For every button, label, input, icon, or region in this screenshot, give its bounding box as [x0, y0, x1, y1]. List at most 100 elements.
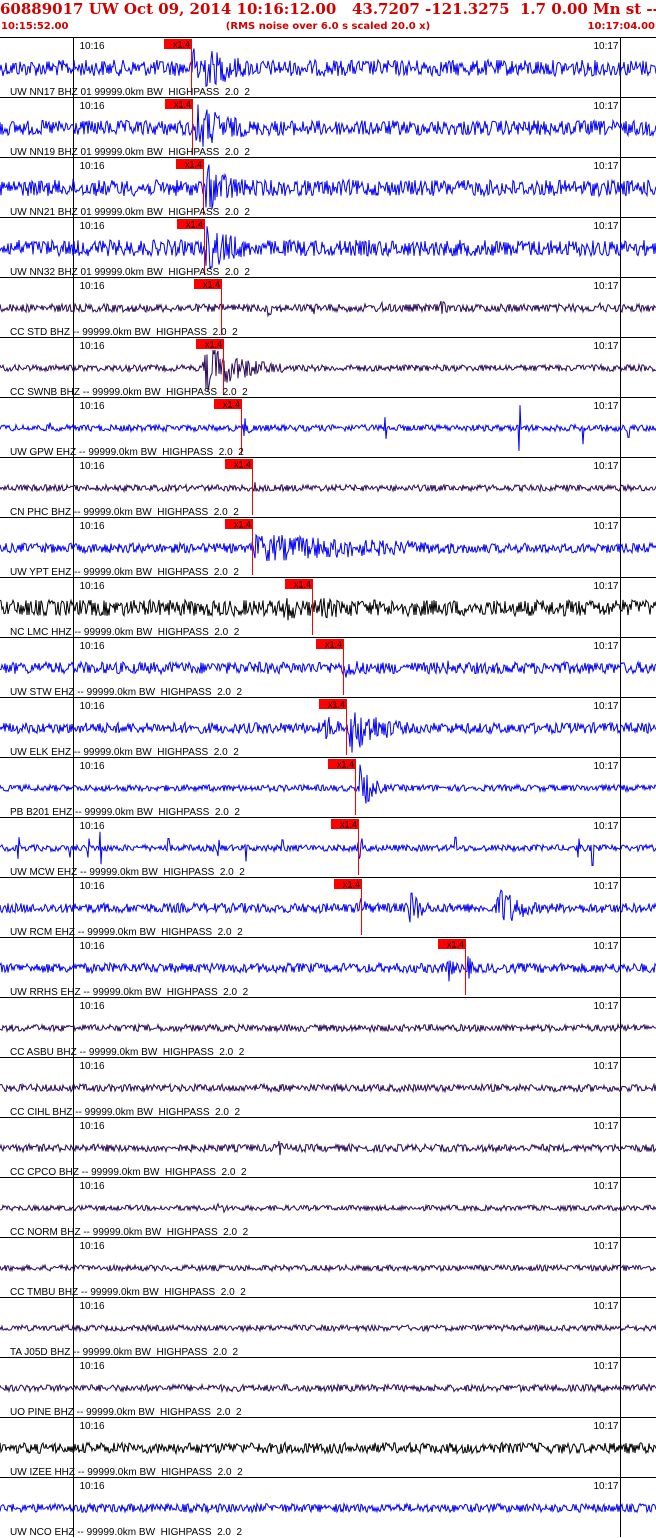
- station-label: UW GPW EHZ -- 99999.0km BW HIGHPASS 2.0 …: [10, 447, 244, 458]
- tick-label: 10:17: [593, 1001, 618, 1012]
- station-label: CC CIHL BHZ -- 99999.0km BW HIGHPASS 2.0…: [10, 1107, 241, 1118]
- pick-marker-label: x1.4: [343, 880, 360, 890]
- station-panel: 10:16 10:17 x1.4 UW NN32 BHZ 01 99999.0km B…: [0, 217, 656, 278]
- pick-marker-label: x1.4: [325, 640, 342, 650]
- tick-label: 10:16: [80, 641, 105, 652]
- tick-label: 10:16: [80, 881, 105, 892]
- station-label: UW NN21 BHZ 01 99999.0km BW HIGHPASS 2.0…: [10, 207, 250, 218]
- pick-marker-label: x1.4: [447, 940, 464, 950]
- station-label: CC STD BHZ -- 99999.0km BW HIGHPASS 2.0 …: [10, 327, 238, 338]
- station-label: UW STW EHZ -- 99999.0km BW HIGHPASS 2.0 …: [10, 687, 243, 698]
- tick-label: 10:16: [80, 341, 105, 352]
- tick-label: 10:16: [80, 281, 105, 292]
- tick-label: 10:16: [80, 1241, 105, 1252]
- tick-label: 10:16: [80, 761, 105, 772]
- station-panel: 10:16 10:17 UW IZEE HHZ -- 99999.0km BW HI…: [0, 1417, 656, 1478]
- pick-marker-label: x1.4: [340, 820, 357, 830]
- pick-marker-label: x1.4: [174, 100, 191, 110]
- station-label: UW MCW EHZ -- 99999.0km BW HIGHPASS 2.0 …: [10, 867, 245, 878]
- tick-label: 10:16: [80, 1361, 105, 1372]
- waveform-trace: [0, 1441, 656, 1456]
- station-panel: 10:16 10:17 x1.4 UW ELK EHZ -- 99999.0km BW…: [0, 697, 656, 758]
- tick-label: 10:17: [593, 101, 618, 112]
- pick-marker-label: x1.4: [234, 460, 251, 470]
- tick-label: 10:17: [593, 1061, 618, 1072]
- tick-label: 10:16: [80, 41, 105, 52]
- station-label: UW RCM EHZ -- 99999.0km BW HIGHPASS 2.0 …: [10, 927, 243, 938]
- station-label: UO PINE BHZ -- 99999.0km BW HIGHPASS 2.0…: [10, 1407, 242, 1418]
- tick-label: 10:16: [80, 161, 105, 172]
- pick-marker-label: x1.4: [205, 340, 222, 350]
- station-panel: 10:16 10:17 UO PINE BHZ -- 99999.0km BW HI…: [0, 1357, 656, 1418]
- tick-label: 10:16: [80, 581, 105, 592]
- tick-label: 10:17: [593, 41, 618, 52]
- pick-marker-label: x1.4: [203, 280, 220, 290]
- waveform-trace: [0, 1263, 656, 1273]
- tick-label: 10:17: [593, 761, 618, 772]
- tick-label: 10:16: [80, 1301, 105, 1312]
- tick-label: 10:17: [593, 1121, 618, 1132]
- station-label: UW NCO EHZ -- 99999.0km BW HIGHPASS 2.0 …: [10, 1527, 243, 1538]
- waveform-trace: [0, 1323, 656, 1333]
- station-panel: 10:16 10:17 CC ASBU BHZ -- 99999.0km BW HI…: [0, 997, 656, 1058]
- station-label: CC SWNB BHZ -- 99999.0km BW HIGHPASS 2.0…: [10, 387, 248, 398]
- station-label: UW RRHS EHZ -- 99999.0km BW HIGHPASS 2.0…: [10, 987, 249, 998]
- waveform-trace: [0, 482, 656, 494]
- tick-label: 10:16: [80, 1421, 105, 1432]
- pick-marker-label: x1.4: [234, 520, 251, 530]
- station-label: CC NORM BHZ -- 99999.0km BW HIGHPASS 2.0…: [10, 1227, 249, 1238]
- station-panel: 10:16 10:17 x1.4 CN PHC BHZ -- 99999.0km BW…: [0, 457, 656, 518]
- waveform-trace: [0, 1202, 656, 1214]
- tick-label: 10:17: [593, 821, 618, 832]
- tick-label: 10:16: [80, 401, 105, 412]
- station-label: CN PHC BHZ -- 99999.0km BW HIGHPASS 2.0 …: [10, 507, 239, 518]
- pick-marker-label: x1.4: [328, 700, 345, 710]
- seismogram-plot: 10:16 10:17 x1.4 UW NN17 BHZ 01 99999.0km B…: [0, 37, 656, 1538]
- tick-label: 10:16: [80, 941, 105, 952]
- pick-marker-label: x1.4: [337, 760, 354, 770]
- station-label: NC LMC HHZ -- 99999.0km BW HIGHPASS 2.0 …: [10, 627, 240, 638]
- station-panel: 10:16 10:17 UW NCO EHZ -- 99999.0km BW HIG…: [0, 1477, 656, 1538]
- station-panel: 10:16 10:17 x1.4 UW MCW EHZ -- 99999.0km BW…: [0, 817, 656, 878]
- station-label: CC CPCO BHZ -- 99999.0km BW HIGHPASS 2.0…: [10, 1167, 247, 1178]
- station-panel: 10:16 10:17 x1.4 CC SWNB BHZ -- 99999.0km B…: [0, 337, 656, 398]
- tick-label: 10:17: [593, 521, 618, 532]
- waveform-trace: [0, 48, 656, 87]
- station-label: UW NN19 BHZ 01 99999.0km BW HIGHPASS 2.0…: [10, 147, 250, 158]
- tick-label: 10:17: [593, 641, 618, 652]
- tick-label: 10:16: [80, 1181, 105, 1192]
- tick-label: 10:17: [593, 1481, 618, 1492]
- waveform-trace: [0, 1022, 656, 1034]
- station-panel: 10:16 10:17 x1.4 UW NN19 BHZ 01 99999.0km B…: [0, 97, 656, 158]
- tick-label: 10:17: [593, 461, 618, 472]
- tick-label: 10:16: [80, 1121, 105, 1132]
- tick-label: 10:16: [80, 221, 105, 232]
- station-panel: 10:16 10:17 x1.4 CC STD BHZ -- 99999.0km BW…: [0, 277, 656, 338]
- tick-label: 10:17: [593, 1421, 618, 1432]
- pick-marker-label: x1.4: [223, 400, 240, 410]
- waveform-trace: [0, 300, 656, 318]
- station-label: TA J05D BHZ -- 99999.0km BW HIGHPASS 2.0…: [10, 1347, 238, 1358]
- tick-label: 10:17: [593, 1181, 618, 1192]
- tick-label: 10:16: [80, 1061, 105, 1072]
- waveform-trace: [0, 1082, 656, 1094]
- station-panel: 10:16 10:17 x1.4 NC LMC HHZ -- 99999.0km BW…: [0, 577, 656, 638]
- station-label: CC ASBU BHZ -- 99999.0km BW HIGHPASS 2.0…: [10, 1047, 245, 1058]
- waveform-trace: [0, 226, 656, 270]
- station-panel: 10:16 10:17 x1.4 UW RCM EHZ -- 99999.0km BW…: [0, 877, 656, 938]
- tick-label: 10:17: [593, 1241, 618, 1252]
- tick-label: 10:16: [80, 1481, 105, 1492]
- waveform-trace: [0, 660, 656, 678]
- pick-marker-label: x1.4: [173, 40, 190, 50]
- tick-label: 10:17: [593, 581, 618, 592]
- tick-label: 10:16: [80, 461, 105, 472]
- station-panel: 10:16 10:17 CC TMBU BHZ -- 99999.0km BW HI…: [0, 1237, 656, 1298]
- tick-label: 10:16: [80, 701, 105, 712]
- station-panel: 10:16 10:17 x1.4 PB B201 EHZ -- 99999.0km B…: [0, 757, 656, 818]
- station-panel: 10:16 10:17 x1.4 UW STW EHZ -- 99999.0km BW…: [0, 637, 656, 698]
- waveform-trace: [0, 889, 656, 923]
- waveform-trace: [0, 1502, 656, 1515]
- station-panel: 10:16 10:17 x1.4 UW NN17 BHZ 01 99999.0km B…: [0, 37, 656, 98]
- station-panel: 10:16 10:17 CC CIHL BHZ -- 99999.0km BW HI…: [0, 1057, 656, 1118]
- tick-label: 10:17: [593, 281, 618, 292]
